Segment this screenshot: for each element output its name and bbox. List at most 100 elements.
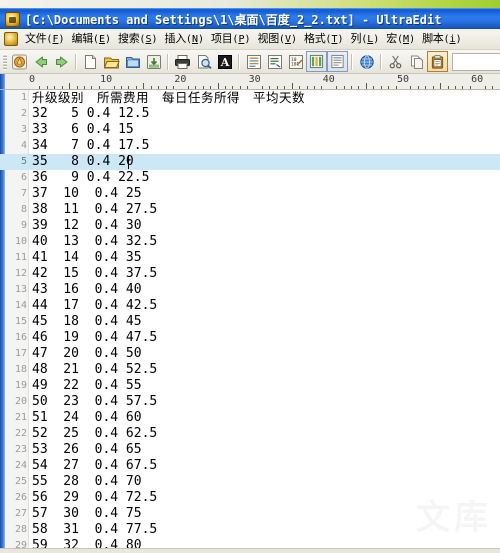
- ruler-tick-major: [365, 83, 367, 89]
- editor-line[interactable]: 1 升级级别 所需费用 每日任务所得 平均天数: [0, 90, 500, 106]
- menu-item-label: 脚本: [422, 32, 444, 45]
- document-icon[interactable]: [4, 32, 18, 46]
- ultraedit-app-icon[interactable]: [5, 11, 20, 27]
- editor-line[interactable]: 5 35 8 0.4 20: [0, 154, 500, 170]
- ruler-tick-minor: [388, 86, 390, 89]
- print-icon[interactable]: [172, 51, 193, 72]
- editor-line[interactable]: 27 57 30 0.4 75: [0, 506, 500, 522]
- cut-icon[interactable]: [385, 51, 406, 72]
- font-icon[interactable]: A: [214, 51, 235, 72]
- menu-item-6[interactable]: 视图(V): [255, 30, 301, 48]
- editor-line[interactable]: 17 47 20 0.4 50: [0, 346, 500, 362]
- ruler-tick-major: [291, 83, 293, 89]
- print-preview-icon[interactable]: [193, 51, 214, 72]
- line-number: 23: [14, 444, 27, 455]
- back-arrow-icon[interactable]: [30, 51, 51, 72]
- menu-item-1[interactable]: 文件(F): [22, 30, 68, 48]
- line-text: 51 24 0.4 60: [32, 410, 142, 425]
- ruler-tick-major: [217, 83, 219, 89]
- toolbar-separator: [238, 53, 240, 70]
- menu-item-4[interactable]: 插入(N): [162, 30, 208, 48]
- toolbar-separator: [75, 53, 77, 70]
- menu-item-3[interactable]: 搜索(S): [115, 30, 161, 48]
- paste-icon[interactable]: [427, 51, 448, 72]
- editor-line[interactable]: 21 51 24 0.4 60: [0, 410, 500, 426]
- ruler-tick-minor: [410, 86, 412, 89]
- ruler-tick-minor: [262, 86, 264, 89]
- save-file-icon[interactable]: [143, 51, 164, 72]
- editor-line[interactable]: 22 52 25 0.4 62.5: [0, 426, 500, 442]
- column-mode-icon[interactable]: [306, 51, 327, 72]
- menu-item-10[interactable]: 脚本(i): [419, 30, 465, 48]
- line-text: 44 17 0.4 42.5: [32, 298, 158, 313]
- open-file-icon[interactable]: [101, 51, 122, 72]
- line-number: 7: [20, 188, 27, 199]
- ruler-tick-minor: [380, 86, 382, 89]
- word-wrap-icon[interactable]: [243, 51, 264, 72]
- editor-line[interactable]: 3 33 6 0.4 15: [0, 122, 500, 138]
- editor-line[interactable]: 25 55 28 0.4 70: [0, 474, 500, 490]
- editor-line[interactable]: 4 34 7 0.4 17.5: [0, 138, 500, 154]
- menu-item-2[interactable]: 编辑(E): [69, 30, 115, 48]
- line-number: 11: [14, 252, 27, 263]
- line-number: 12: [14, 268, 27, 279]
- menu-item-accesskey: (N): [185, 34, 204, 45]
- column-ruler: 0 10 20 30 40 50 60: [0, 74, 500, 90]
- forward-arrow-icon[interactable]: [51, 51, 72, 72]
- editor-line[interactable]: 14 44 17 0.4 42.5: [0, 298, 500, 314]
- editor-line[interactable]: 15 45 18 0.4 45: [0, 314, 500, 330]
- editor-line[interactable]: 18 48 21 0.4 52.5: [0, 362, 500, 378]
- editor-line[interactable]: 10 40 13 0.4 32.5: [0, 234, 500, 250]
- copy-icon[interactable]: [406, 51, 427, 72]
- menu-item-9[interactable]: 宏(M): [383, 30, 418, 48]
- text-editor-area[interactable]: 1 升级级别 所需费用 每日任务所得 平均天数 2 32 5 0.4 12.5 3 33 …: [0, 90, 500, 553]
- line-number: 16: [14, 332, 27, 343]
- menu-item-5[interactable]: 项目(P): [208, 30, 254, 48]
- ruler-tick-minor: [358, 86, 360, 89]
- menu-item-accesskey: (E): [92, 34, 111, 45]
- editor-line[interactable]: 19 49 22 0.4 55: [0, 378, 500, 394]
- editor-line[interactable]: 9 39 12 0.4 30: [0, 218, 500, 234]
- menu-item-7[interactable]: 格式(T): [301, 30, 347, 48]
- editor-line[interactable]: 26 56 29 0.4 72.5: [0, 490, 500, 506]
- menu-item-accesskey: (F): [46, 34, 65, 45]
- editor-line[interactable]: 13 43 16 0.4 40: [0, 282, 500, 298]
- editor-line[interactable]: 12 42 15 0.4 37.5: [0, 266, 500, 282]
- window-title: [C:\Documents and Settings\1\桌面\百度_2_2.t…: [25, 12, 442, 27]
- editor-line[interactable]: 24 54 27 0.4 67.5: [0, 458, 500, 474]
- toolbar-drag-handle[interactable]: [3, 53, 7, 70]
- ruler-tick-minor: [121, 86, 123, 89]
- editor-line[interactable]: 16 46 19 0.4 47.5: [0, 330, 500, 346]
- menu-item-label: 列: [350, 32, 362, 45]
- ruler-tick-minor: [454, 86, 456, 89]
- editor-line[interactable]: 11 41 14 0.4 35: [0, 250, 500, 266]
- open-folder-icon[interactable]: [122, 51, 143, 72]
- ruler-tick-minor: [492, 86, 494, 89]
- editor-line[interactable]: 2 32 5 0.4 12.5: [0, 106, 500, 122]
- template-icon[interactable]: [327, 51, 348, 72]
- menu-item-8[interactable]: 列(L): [348, 30, 383, 48]
- line-number: 9: [20, 220, 27, 231]
- hex-edit-icon[interactable]: 10 101: [285, 51, 306, 72]
- menu-item-label: 文件: [25, 32, 47, 45]
- line-text: 45 18 0.4 45: [32, 314, 142, 329]
- editor-line[interactable]: 23 53 26 0.4 65: [0, 442, 500, 458]
- ultraedit-logo-icon[interactable]: [9, 51, 30, 72]
- new-file-icon[interactable]: [80, 51, 101, 72]
- editor-line[interactable]: 28 58 31 0.4 77.5: [0, 522, 500, 538]
- editor-line[interactable]: 7 37 10 0.4 25: [0, 186, 500, 202]
- editor-line[interactable]: 6 36 9 0.4 22.5: [0, 170, 500, 186]
- editor-line[interactable]: 20 50 23 0.4 57.5: [0, 394, 500, 410]
- line-text: 56 29 0.4 72.5: [32, 490, 158, 505]
- line-number: 19: [14, 380, 27, 391]
- line-numbers-icon[interactable]: [264, 51, 285, 72]
- line-number: 8: [20, 204, 27, 215]
- line-number: 26: [14, 492, 27, 503]
- editor-line[interactable]: 8 38 11 0.4 27.5: [0, 202, 500, 218]
- browser-preview-icon[interactable]: [356, 51, 377, 72]
- toolbar-blank-field[interactable]: [452, 52, 500, 71]
- ruler-tick-minor: [447, 86, 449, 89]
- editor-lines[interactable]: 1 升级级别 所需费用 每日任务所得 平均天数 2 32 5 0.4 12.5 3 33 …: [0, 90, 500, 553]
- line-number: 20: [14, 396, 27, 407]
- line-text: 58 31 0.4 77.5: [32, 522, 158, 537]
